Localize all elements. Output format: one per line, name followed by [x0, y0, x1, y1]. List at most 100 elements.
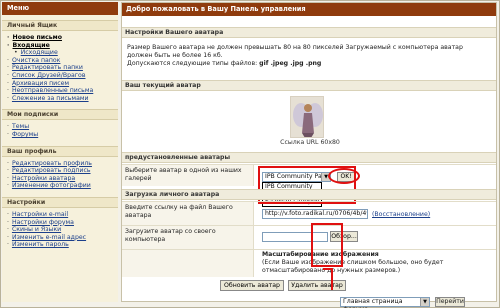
- sidebar-sections: Личный Ящик · Новое письмо · Входящие • Исх…: [2, 20, 118, 251]
- restore-link[interactable]: (Восстановление): [372, 211, 430, 218]
- url-label: Введите ссылку на файл Вашего аватара: [122, 202, 254, 225]
- fairy-avatar-icon: [291, 97, 323, 137]
- bullet-icon: ·: [7, 159, 11, 167]
- delete-avatar-button[interactable]: Удалить аватар: [288, 280, 346, 291]
- sidebar-list: · Темы · Форумы: [2, 120, 118, 140]
- sidebar-item[interactable]: · Изменение фотографии: [7, 182, 118, 190]
- update-avatar-button[interactable]: Обновить аватар: [220, 280, 284, 291]
- scale-title: Масштабирование изображения: [262, 251, 379, 258]
- sidebar-item[interactable]: · Темы: [7, 123, 118, 131]
- sidebar-item[interactable]: · Настройки аватара: [7, 175, 118, 183]
- sidebar-item-link[interactable]: Редактировать профиль: [12, 160, 92, 167]
- sidebar-item-link[interactable]: Входящие: [13, 42, 50, 49]
- sidebar-item[interactable]: · Изменить e-mail адрес: [7, 234, 118, 242]
- bullet-icon: ·: [7, 218, 11, 226]
- sidebar-item[interactable]: · Список Друзей/Врагов: [7, 72, 118, 80]
- bullet-icon: ·: [7, 34, 12, 41]
- sidebar-item-link[interactable]: Редактировать папки: [12, 64, 83, 71]
- file-types-info: Допускаются следующие типы файлов: gif .…: [127, 60, 487, 68]
- sidebar-item[interactable]: · Настройки e-mail: [7, 211, 118, 219]
- sidebar-item-link[interactable]: Изменить e-mail адрес: [12, 234, 86, 241]
- preset-avatars-header: предустановленные аватары: [122, 152, 496, 163]
- scale-checkbox-cell: [122, 250, 254, 277]
- forum-jump-button[interactable]: Перейти: [435, 297, 465, 307]
- bullet-icon: ·: [7, 174, 11, 182]
- sidebar-item-link[interactable]: Изменение фотографии: [12, 182, 91, 189]
- sidebar-item[interactable]: · Редактировать профиль: [7, 160, 118, 168]
- current-avatar-image: [290, 96, 324, 138]
- avatar-settings-header: Настройки Вашего аватара: [122, 27, 496, 38]
- sidebar-item[interactable]: · Редактировать подпись: [7, 167, 118, 175]
- sidebar-item[interactable]: · Новое письмо: [7, 34, 118, 42]
- sidebar-item-link[interactable]: Скины и Языки: [12, 226, 61, 233]
- bullet-icon: ·: [7, 79, 11, 87]
- sidebar-item-link[interactable]: Слежение за письмами: [12, 95, 89, 102]
- bullet-icon: ·: [7, 87, 11, 95]
- sidebar-title: Меню: [2, 2, 118, 15]
- sidebar-item[interactable]: · Настройки форума: [7, 219, 118, 227]
- sidebar-item-link[interactable]: Неотправленные письма: [12, 87, 93, 94]
- sidebar-item-link[interactable]: Изменить пароль: [12, 241, 69, 248]
- upload-avatar-header: Загрузка личного аватара: [122, 189, 496, 200]
- bullet-icon: ·: [7, 41, 12, 49]
- sidebar-item[interactable]: · Входящие: [7, 42, 118, 50]
- sidebar-item-link[interactable]: Очистка папок: [12, 57, 60, 64]
- bullet-icon: ·: [7, 130, 11, 138]
- sidebar-item-link[interactable]: Форумы: [12, 131, 38, 138]
- file-types-prefix: Допускаются следующие типы файлов:: [127, 60, 260, 67]
- sidebar-list: · Настройки e-mail · Настройки форума · Ск…: [2, 208, 118, 251]
- upload-label: Загрузите аватар со своего компьютера: [122, 226, 254, 249]
- sidebar-list: · Новое письмо · Входящие • Исходящие · Очи…: [2, 31, 118, 104]
- bullet-icon: ·: [7, 94, 11, 102]
- bullet-icon: ·: [7, 226, 11, 234]
- highlight-bracket-marker: [323, 268, 333, 290]
- sidebar-item-link[interactable]: Исходящие: [21, 49, 58, 56]
- bullet-icon: ·: [7, 64, 11, 72]
- sidebar-item-link[interactable]: Редактировать подпись: [12, 167, 91, 174]
- bullet-icon: ·: [7, 71, 11, 79]
- bullet-icon: ·: [7, 241, 11, 249]
- file-types-list: gif .jpeg .jpg .png: [259, 60, 322, 67]
- sidebar-list: · Редактировать профиль · Редактировать п…: [2, 157, 118, 192]
- forum-jump-value: Главная страница форума: [343, 298, 403, 308]
- sidebar-item[interactable]: · Скины и Языки: [7, 226, 118, 234]
- sidebar-item-link[interactable]: Настройки аватара: [12, 175, 75, 182]
- sidebar-item[interactable]: • Исходящие: [7, 49, 118, 57]
- bullet-icon: ·: [7, 182, 11, 190]
- bullet-icon: ·: [7, 56, 11, 64]
- preset-label: Выберите аватар в одной из наших галерей: [122, 165, 254, 186]
- sidebar-section-title: Мои подписки: [2, 109, 118, 121]
- current-avatar-header: Ваш текущий аватар: [122, 80, 496, 91]
- sidebar-item-link[interactable]: Настройки форума: [12, 219, 74, 226]
- sidebar-item[interactable]: · Очистка папок: [7, 57, 118, 65]
- main-panel: Добро пожаловать в Вашу Панель управлени…: [121, 2, 497, 302]
- bullet-icon: ·: [7, 233, 11, 241]
- page-title: Добро пожаловать в Вашу Панель управлени…: [122, 3, 496, 16]
- sidebar: Меню Личный Ящик · Новое письмо · Входящие…: [2, 2, 118, 302]
- bullet-icon: •: [14, 49, 20, 57]
- sidebar-item[interactable]: · Слежение за письмами: [7, 95, 118, 103]
- avatar-url-input[interactable]: http://v.foto.radikal.ru/0706/4b/49e1189…: [262, 209, 368, 219]
- sidebar-section-title: Личный Ящик: [2, 20, 118, 31]
- scale-description: (Если Ваше изображение слишком большое, …: [262, 258, 444, 274]
- sidebar-item[interactable]: · Неотправленные письма: [7, 87, 118, 95]
- sidebar-item-link[interactable]: Архивация писем: [12, 80, 69, 87]
- sidebar-section-title: Настройки: [2, 196, 118, 208]
- bullet-icon: ·: [7, 167, 11, 175]
- sidebar-section-title: Ваш профиль: [2, 145, 118, 157]
- highlight-oval-marker: [328, 168, 360, 184]
- bullet-icon: ·: [7, 210, 11, 218]
- sidebar-item-link[interactable]: Настройки e-mail: [12, 211, 68, 218]
- chevron-down-icon[interactable]: ▼: [420, 298, 429, 306]
- sidebar-item[interactable]: · Изменить пароль: [7, 241, 118, 249]
- forum-jump-select[interactable]: Главная страница форума ▼: [340, 297, 430, 308]
- sidebar-item[interactable]: · Архивация писем: [7, 80, 118, 88]
- sidebar-item-link[interactable]: Новое письмо: [13, 34, 62, 41]
- sidebar-item[interactable]: · Редактировать папки: [7, 64, 118, 72]
- sidebar-item-link[interactable]: Темы: [12, 123, 29, 130]
- scale-info: Масштабирование изображения (Если Ваше и…: [262, 251, 492, 274]
- avatar-size-info: Размер Вашего аватара не должен превышат…: [127, 44, 463, 59]
- sidebar-item-link[interactable]: Список Друзей/Врагов: [12, 72, 86, 79]
- sidebar-item[interactable]: · Форумы: [7, 131, 118, 139]
- highlight-rectangle-marker-2: [311, 223, 343, 267]
